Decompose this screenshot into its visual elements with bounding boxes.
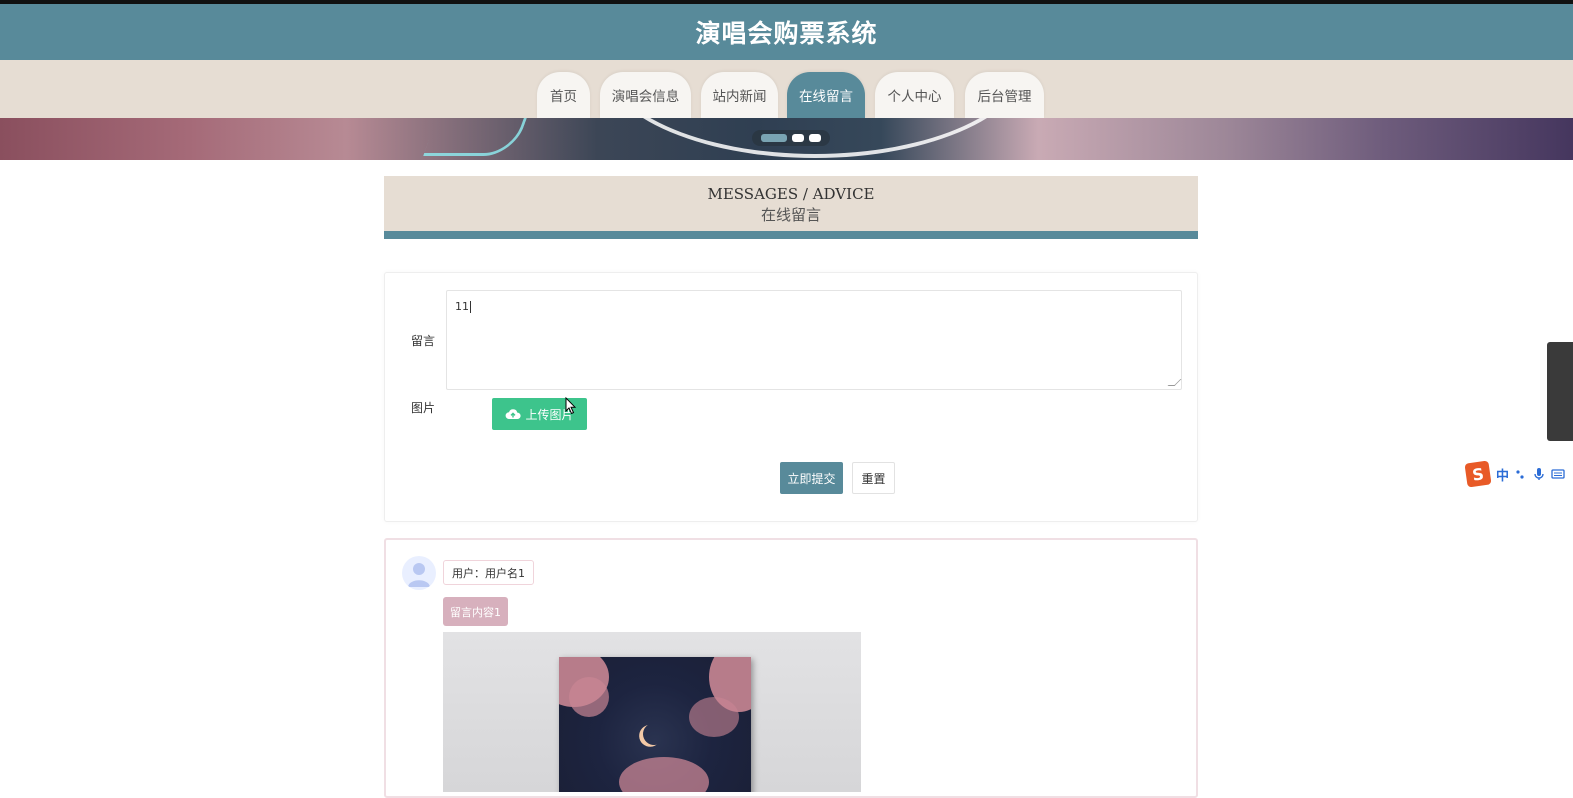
crescent-moon-icon (640, 720, 668, 748)
resize-grip-icon[interactable] (1167, 379, 1182, 386)
message-user: 用户：用户名1 (443, 560, 534, 585)
message-list-item: 用户：用户名1 留言内容1 (384, 538, 1198, 798)
punctuation-icon[interactable] (1515, 468, 1527, 480)
user-icon (408, 563, 430, 587)
message-textarea[interactable]: 11 (446, 290, 1182, 390)
section-title-en: MESSAGES / ADVICE (707, 185, 875, 203)
banner-neon-decoration (423, 118, 527, 156)
carousel-dot-1[interactable] (761, 134, 787, 142)
section-title: MESSAGES / ADVICE 在线留言 (384, 176, 1198, 239)
mouse-cursor-icon (565, 397, 577, 415)
message-form: 留言 11 图片 上传图片 立即提交 重置 (384, 272, 1198, 522)
message-content: 留言内容1 (443, 597, 508, 626)
ime-toolbar: S 中 (1464, 460, 1573, 488)
mic-icon[interactable] (1533, 467, 1545, 481)
text-caret (470, 301, 471, 313)
message-label: 留言 (411, 334, 436, 348)
keyboard-icon[interactable] (1551, 468, 1565, 480)
site-header: 演唱会购票系统 (0, 4, 1573, 60)
nav-home[interactable]: 首页 (537, 72, 590, 118)
carousel-indicators (752, 130, 830, 146)
side-toggle-panel[interactable] (1547, 342, 1573, 441)
nav-site-news[interactable]: 站内新闻 (701, 72, 778, 118)
poster-image (559, 657, 751, 792)
ime-mode[interactable]: 中 (1496, 465, 1509, 484)
sogou-logo-icon[interactable]: S (1464, 460, 1492, 488)
cloud-upload-icon (506, 409, 522, 419)
nav-concert-info[interactable]: 演唱会信息 (600, 72, 691, 118)
reset-button[interactable]: 重置 (852, 462, 895, 494)
nav-online-message[interactable]: 在线留言 (787, 72, 865, 118)
user-avatar (402, 556, 436, 590)
site-title: 演唱会购票系统 (695, 19, 878, 48)
image-label: 图片 (411, 401, 436, 415)
carousel-dot-2[interactable] (792, 134, 804, 142)
section-title-cn: 在线留言 (760, 206, 821, 224)
message-image[interactable] (443, 632, 861, 792)
carousel-dot-3[interactable] (809, 134, 821, 142)
submit-button[interactable]: 立即提交 (780, 462, 843, 494)
main-nav: 首页 演唱会信息 站内新闻 在线留言 个人中心 后台管理 (0, 60, 1573, 118)
nav-admin[interactable]: 后台管理 (965, 72, 1044, 118)
message-text: 11 (455, 300, 469, 313)
nav-personal-center[interactable]: 个人中心 (875, 72, 954, 118)
